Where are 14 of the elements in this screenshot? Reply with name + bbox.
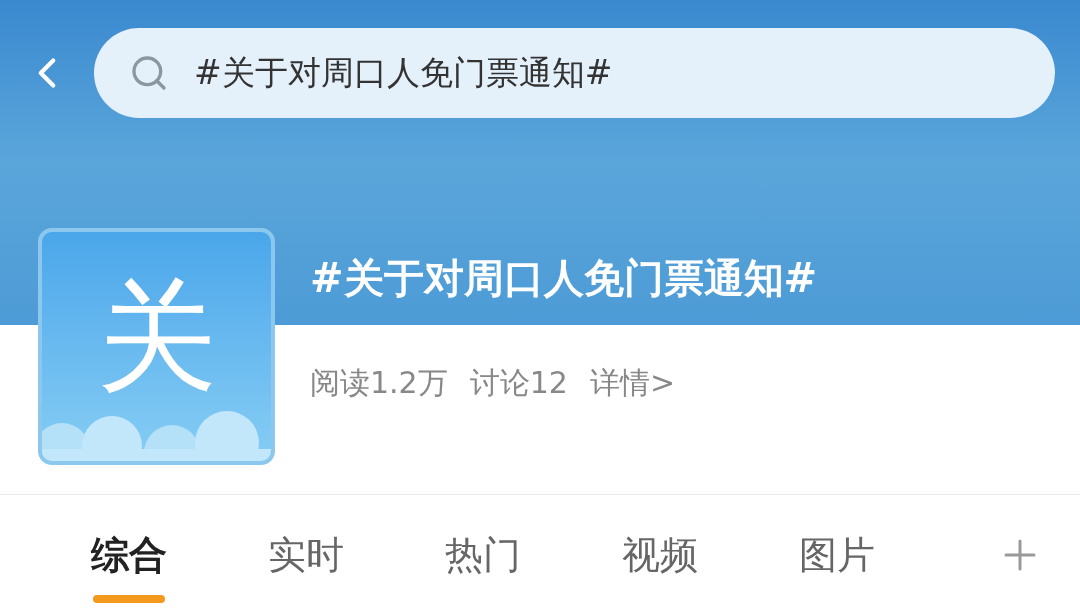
search-icon	[129, 53, 169, 93]
search-field[interactable]: #关于对周口人免门票通知#	[94, 28, 1055, 118]
tab[interactable]: 热门	[394, 505, 571, 605]
stat-text: 阅读1.2万	[310, 364, 448, 402]
topic-title: #关于对周口人免门票通知#	[310, 254, 818, 303]
tab[interactable]: 综合	[40, 505, 217, 605]
tab[interactable]: 视频	[571, 505, 748, 605]
search-query: #关于对周口人免门票通知#	[194, 52, 613, 95]
tab[interactable]: 实时	[217, 505, 394, 605]
tab[interactable]: 图片	[748, 505, 925, 605]
avatar-letter: 关	[96, 276, 217, 397]
stat-text: 讨论12	[469, 364, 568, 402]
details-link[interactable]: 详情>	[589, 360, 676, 405]
selected-indicator	[93, 595, 165, 603]
